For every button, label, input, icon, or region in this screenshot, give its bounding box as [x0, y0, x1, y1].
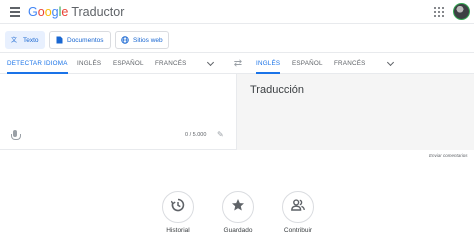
contribute-button[interactable]	[282, 191, 314, 223]
target-lang-chevron-down-icon[interactable]	[386, 59, 396, 69]
language-bar: DETECTAR IDIOMA INGLÉS ESPAÑOL FRANCÉS ⇄…	[0, 52, 474, 74]
translation-panes: 0 / 5.000 ✎ Traducción	[0, 74, 474, 150]
source-pane: 0 / 5.000 ✎	[0, 74, 237, 150]
character-count: 0 / 5.000	[185, 132, 207, 138]
history-button[interactable]	[162, 191, 194, 223]
history-label: Historial	[166, 227, 190, 234]
apps-grid-icon[interactable]	[434, 7, 444, 17]
document-icon	[55, 36, 63, 44]
google-translate-logo[interactable]: Google Traductor	[28, 5, 124, 19]
target-pane: Traducción	[237, 74, 474, 150]
account-avatar[interactable]	[453, 3, 470, 20]
mode-text-button[interactable]: 文 Texto	[5, 31, 45, 49]
source-text-input[interactable]	[4, 78, 232, 126]
send-feedback-link[interactable]: Enviar comentarios	[429, 153, 468, 158]
globe-icon	[121, 36, 129, 44]
saved-label: Guardado	[223, 227, 253, 234]
menu-icon[interactable]	[9, 6, 21, 18]
saved-button[interactable]	[222, 191, 254, 223]
source-lang-english[interactable]: INGLÉS	[77, 53, 101, 74]
source-lang-detect[interactable]: DETECTAR IDIOMA	[7, 53, 68, 74]
target-lang-english[interactable]: INGLÉS	[256, 53, 281, 74]
target-lang-spanish[interactable]: ESPAÑOL	[292, 53, 323, 74]
translate-icon: 文	[11, 36, 19, 44]
translation-placeholder: Traducción	[250, 84, 305, 96]
source-lang-spanish[interactable]: ESPAÑOL	[113, 53, 144, 74]
history-icon	[170, 198, 185, 217]
mode-websites-button[interactable]: Sitios web	[115, 31, 169, 49]
mode-selector: 文 Texto Documentos Sitios web	[0, 24, 474, 52]
people-icon	[291, 198, 305, 217]
target-lang-french[interactable]: FRANCÉS	[334, 53, 366, 74]
star-icon	[231, 198, 245, 217]
svg-text:文: 文	[11, 36, 17, 44]
source-lang-french[interactable]: FRANCÉS	[155, 53, 187, 74]
source-lang-chevron-down-icon[interactable]	[206, 59, 216, 69]
swap-languages-icon[interactable]: ⇄	[232, 58, 244, 70]
contribute-label: Contribuir	[283, 227, 313, 234]
product-name: Traductor	[71, 5, 125, 19]
pencil-icon[interactable]: ✎	[217, 130, 226, 139]
microphone-icon[interactable]	[10, 130, 21, 142]
top-app-bar: Google Traductor	[0, 0, 474, 24]
mode-documents-button[interactable]: Documentos	[49, 31, 111, 49]
